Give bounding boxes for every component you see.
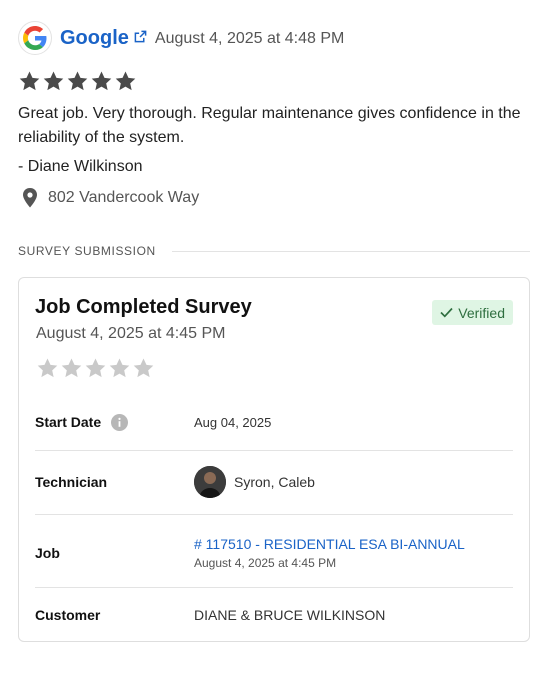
review-source-link[interactable]: Google: [60, 27, 147, 50]
star-empty-icon: [37, 358, 58, 378]
technician-value: Syron, Caleb: [194, 466, 315, 498]
check-icon: [440, 307, 453, 318]
review-text: Great job. Very thorough. Regular mainte…: [18, 105, 521, 146]
survey-date: August 4, 2025 at 4:45 PM: [36, 325, 226, 342]
star-filled-icon: [91, 71, 112, 91]
job-label: Job: [35, 545, 60, 561]
row-divider: [35, 587, 513, 588]
map-pin-icon: [23, 188, 37, 208]
customer-name: DIANE & BRUCE WILKINSON: [194, 607, 386, 623]
start-date-value: Aug 04, 2025: [194, 414, 272, 430]
star-filled-icon: [67, 71, 88, 91]
star-empty-icon: [109, 358, 130, 378]
technician-name: Syron, Caleb: [234, 474, 315, 490]
start-date-row: Start Date Aug 04, 2025: [35, 410, 513, 434]
info-icon[interactable]: [111, 413, 129, 431]
star-filled-icon: [115, 71, 136, 91]
start-date-label: Start Date: [35, 413, 194, 431]
survey-card: Job Completed Survey August 4, 2025 at 4…: [18, 277, 530, 642]
start-date-label-text: Start Date: [35, 414, 102, 430]
star-filled-icon: [43, 71, 64, 91]
technician-label: Technician: [35, 474, 108, 490]
review-star-rating: [18, 70, 137, 93]
external-link-icon: [134, 30, 147, 43]
survey-star-rating: [36, 357, 155, 380]
review-header: Google August 4, 2025 at 4:48 PM: [18, 21, 344, 55]
review-source-label: Google: [60, 26, 129, 49]
review-author: - Diane Wilkinson: [18, 158, 143, 175]
verified-label: Verified: [458, 304, 505, 321]
job-date: August 4, 2025 at 4:45 PM: [194, 556, 337, 570]
section-divider: SURVEY SUBMISSION: [18, 244, 530, 258]
star-empty-icon: [61, 358, 82, 378]
address-text: 802 Vandercook Way: [48, 189, 200, 206]
section-title: SURVEY SUBMISSION: [18, 244, 156, 258]
star-filled-icon: [19, 71, 40, 91]
star-empty-icon: [85, 358, 106, 378]
google-g-icon: [18, 21, 52, 55]
customer-row: Customer DIANE & BRUCE WILKINSON: [35, 604, 513, 626]
customer-label: Customer: [35, 607, 101, 623]
technician-row: Technician Syron, Caleb: [35, 466, 513, 498]
star-empty-icon: [133, 358, 154, 378]
row-divider: [35, 450, 513, 451]
address-row: 802 Vandercook Way: [20, 187, 199, 209]
job-value: # 117510 - RESIDENTIAL ESA BI-ANNUAL Aug…: [194, 536, 465, 570]
avatar: [194, 466, 226, 498]
job-link[interactable]: # 117510 - RESIDENTIAL ESA BI-ANNUAL: [194, 536, 465, 552]
job-row: Job # 117510 - RESIDENTIAL ESA BI-ANNUAL…: [35, 533, 513, 573]
survey-title: Job Completed Survey: [35, 296, 252, 318]
divider-line: [171, 250, 530, 252]
review-date: August 4, 2025 at 4:48 PM: [154, 30, 345, 47]
verified-badge: Verified: [432, 300, 513, 325]
row-divider: [35, 514, 513, 515]
